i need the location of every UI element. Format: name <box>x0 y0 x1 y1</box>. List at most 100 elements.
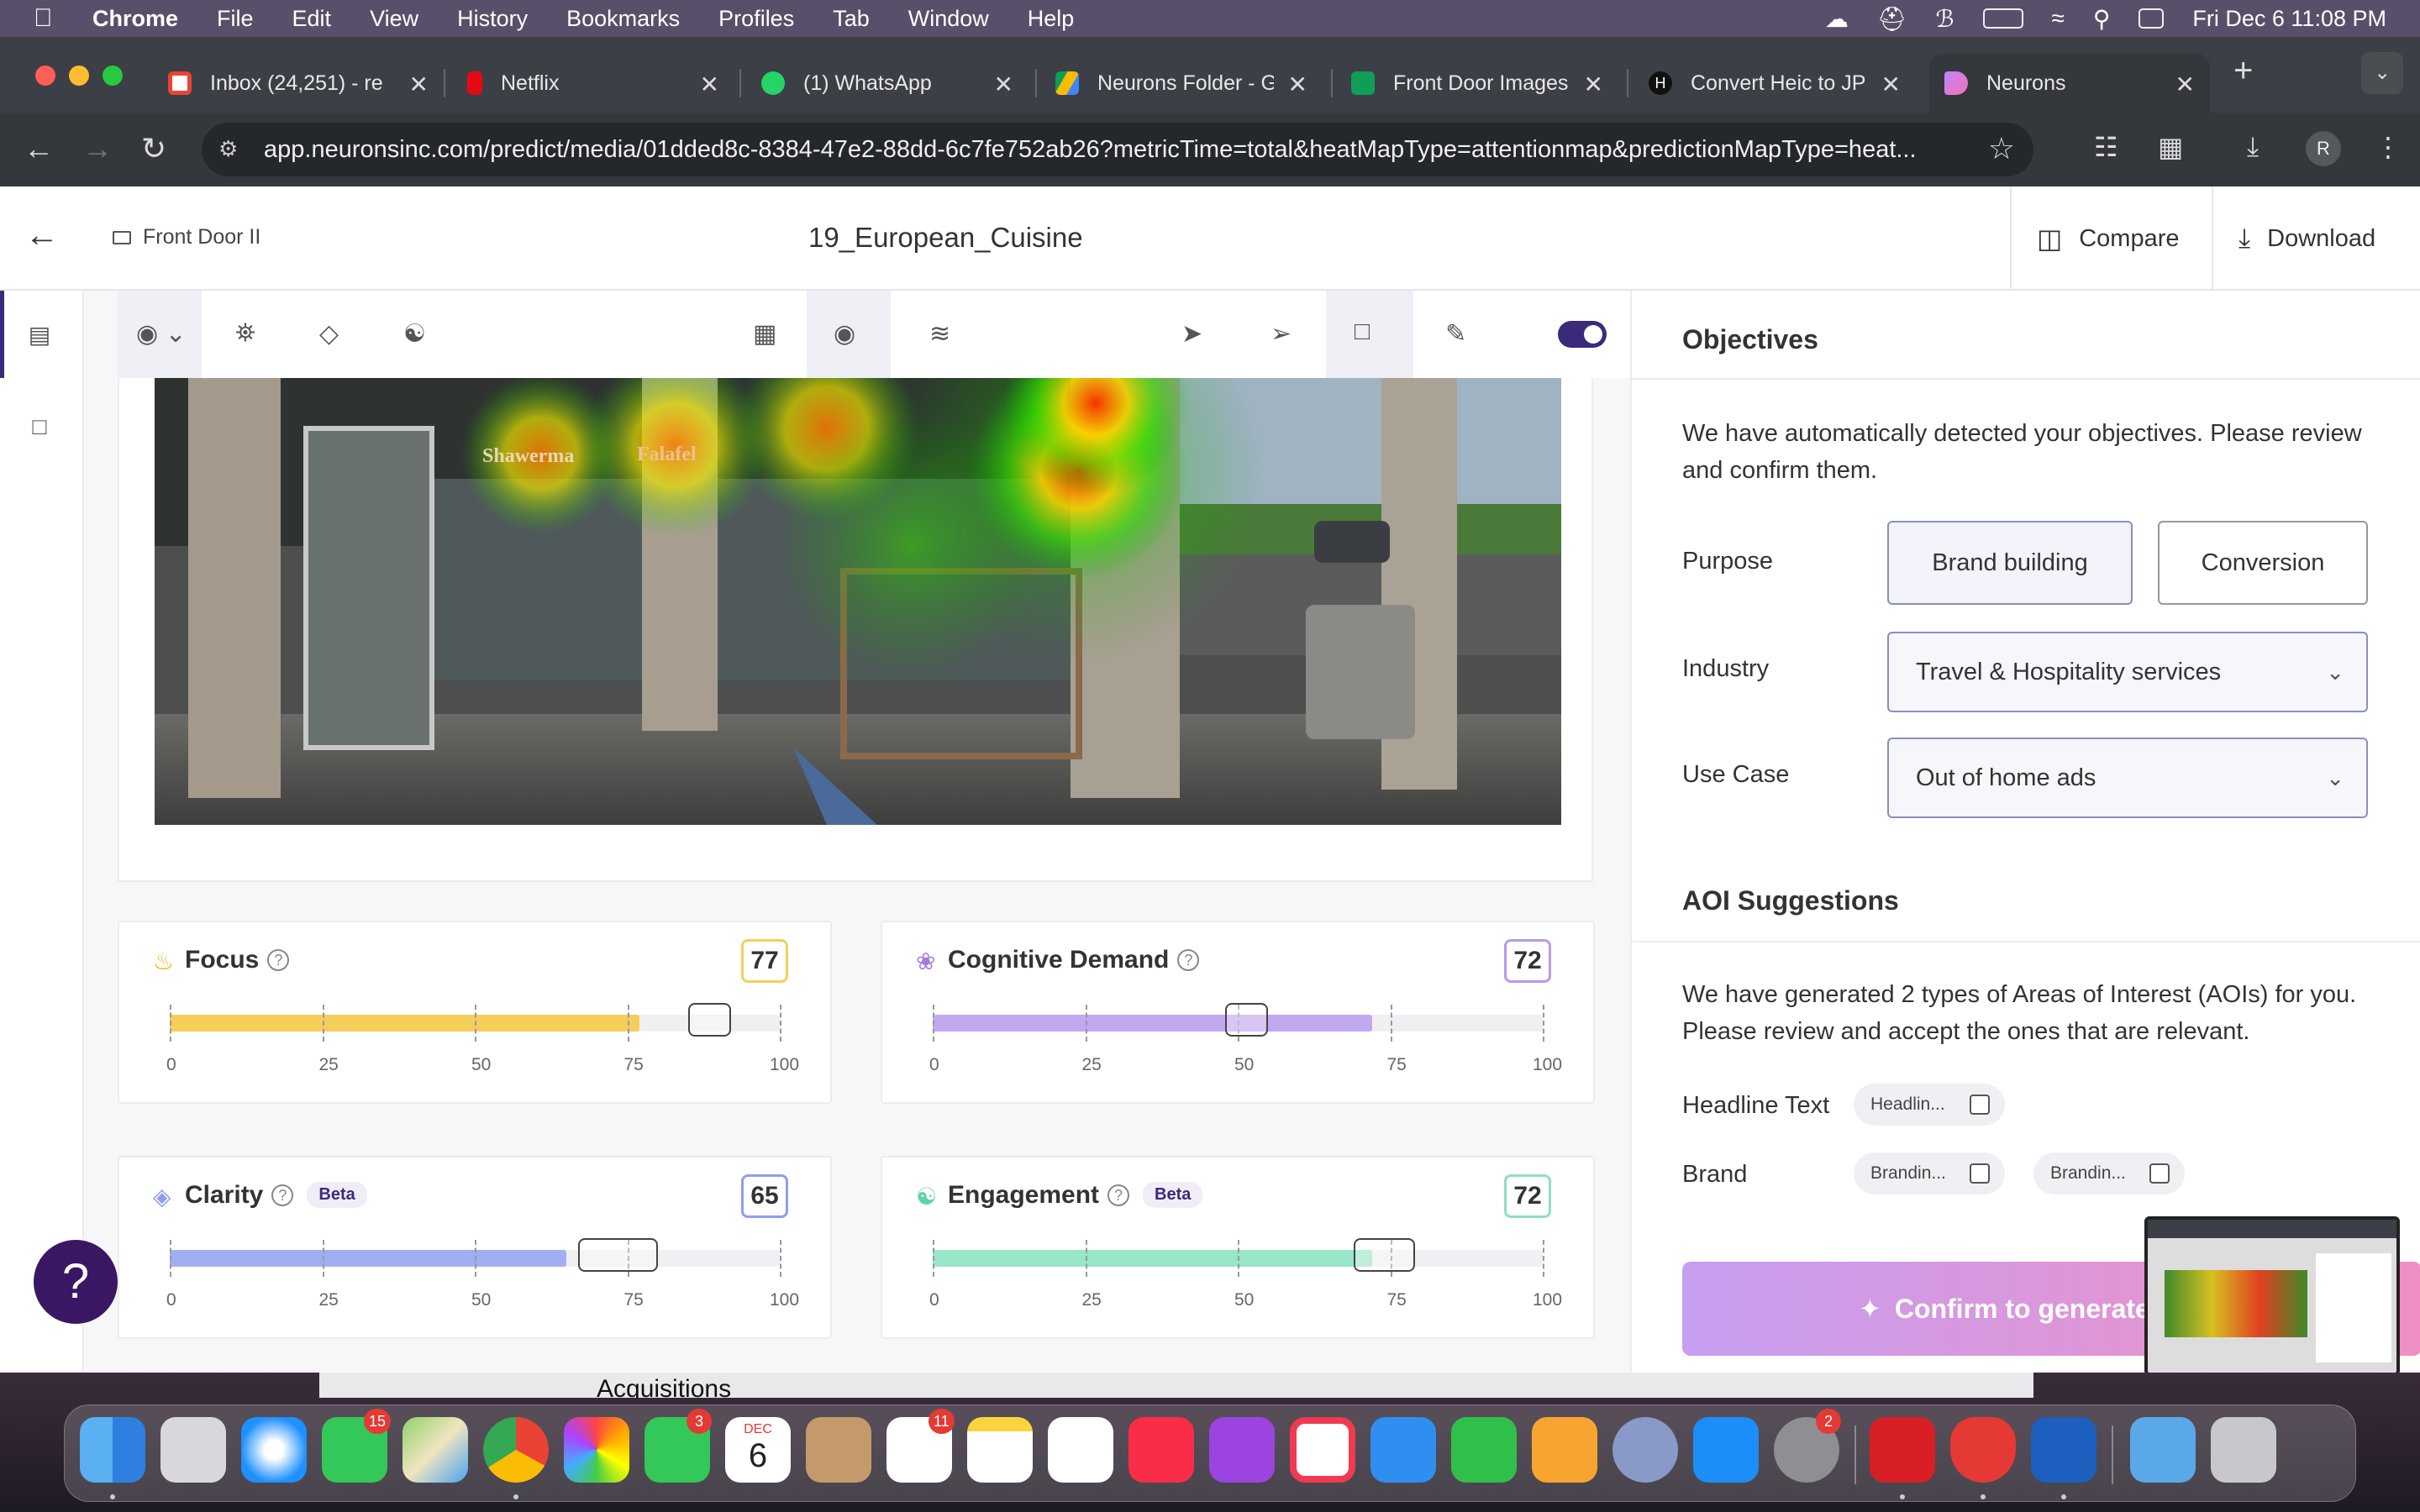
news-icon[interactable] <box>1290 1417 1355 1483</box>
menu-history[interactable]: History <box>457 6 528 32</box>
word-icon[interactable] <box>2031 1417 2096 1483</box>
contacts-icon[interactable] <box>806 1417 871 1483</box>
back-arrow-icon[interactable]: ← <box>25 217 59 255</box>
extensions-puzzle-icon[interactable]: ▦ <box>2158 131 2183 163</box>
window-close-button[interactable] <box>35 66 55 86</box>
spotlight-search-icon[interactable]: ⚲ <box>2093 5 2111 33</box>
podcasts-icon[interactable] <box>1209 1417 1275 1483</box>
numbers-icon[interactable] <box>1451 1417 1517 1483</box>
chrome-menu-icon[interactable]: ⋮ <box>2375 131 2402 163</box>
control-center-icon[interactable] <box>2139 8 2165 29</box>
help-chat-button[interactable]: ? <box>34 1240 118 1324</box>
tab-search-chevron-icon[interactable]: ⌄ <box>2361 52 2403 94</box>
purpose-brand-building-button[interactable]: Brand building <box>1887 521 2133 605</box>
fog-map-icon[interactable]: ≋ <box>929 319 950 349</box>
close-icon[interactable]: ✕ <box>700 71 719 98</box>
breadcrumb-folder[interactable]: Front Door II <box>113 225 260 249</box>
clarity-diamond-icon[interactable]: ◇ <box>319 319 339 349</box>
engagement-people-icon[interactable]: ☯ <box>403 319 426 349</box>
menu-edit[interactable]: Edit <box>292 6 332 32</box>
downloads-folder-icon[interactable] <box>2130 1417 2196 1483</box>
translate-icon[interactable]: ☷ <box>2094 131 2118 163</box>
brand-aoi-chip[interactable]: Brandin... <box>2033 1152 2185 1194</box>
window-minimize-button[interactable] <box>69 66 89 86</box>
image-view-icon[interactable]: ▦ <box>753 319 776 349</box>
heatmap-eye-dropdown-icon[interactable]: ◉ ⌄ <box>118 291 202 378</box>
pointer-outline-icon[interactable]: ➢ <box>1270 319 1292 349</box>
forward-arrow-icon[interactable]: → <box>82 131 113 166</box>
app-store-icon[interactable] <box>1693 1417 1759 1483</box>
menu-profiles[interactable]: Profiles <box>718 6 794 32</box>
help-icon[interactable]: ? <box>271 1184 294 1206</box>
tab-gmail[interactable]: Inbox (24,251) - re ✕ <box>168 54 429 113</box>
safari-icon[interactable] <box>241 1417 307 1483</box>
tab-convert-heic[interactable]: H Convert Heic to JP ✕ <box>1649 54 1901 113</box>
maps-icon[interactable] <box>402 1417 468 1483</box>
overlay-toggle[interactable] <box>1558 321 1607 348</box>
rectangle-select-icon[interactable]: □ <box>1326 291 1413 378</box>
creative-cloud-icon[interactable]: ☁ <box>1825 5 1849 33</box>
apple-menu-icon[interactable]:  <box>34 4 67 33</box>
brand-aoi-chip[interactable]: Brandin... <box>1854 1152 2005 1194</box>
finder-icon[interactable] <box>80 1417 145 1483</box>
trash-icon[interactable] <box>2211 1417 2276 1483</box>
bookmark-star-icon[interactable]: ☆ <box>1988 131 2015 166</box>
aoi-checkbox[interactable] <box>1970 1163 1990 1184</box>
tab-front-door-images[interactable]: Front Door Images ✕ <box>1351 54 1603 113</box>
site-settings-icon[interactable]: ⚙ <box>218 136 245 163</box>
new-tab-plus-icon[interactable]: + <box>2233 52 2253 90</box>
bluetooth-icon[interactable]: ℬ <box>1936 5 1954 33</box>
menu-clock[interactable]: Fri Dec 6 11:08 PM <box>2192 6 2386 32</box>
aoi-checkbox[interactable] <box>1970 1095 1990 1115</box>
acrobat-icon[interactable] <box>1870 1417 1935 1483</box>
menu-bookmarks[interactable]: Bookmarks <box>566 6 680 32</box>
reload-icon[interactable]: ↻ <box>141 131 166 166</box>
close-icon[interactable]: ✕ <box>1584 71 1603 98</box>
keynote-icon[interactable] <box>1370 1417 1436 1483</box>
security-shield-icon[interactable] <box>1950 1417 2016 1483</box>
freeform-icon[interactable] <box>1048 1417 1113 1483</box>
download-button[interactable]: ⤓ Download <box>2212 186 2420 291</box>
back-arrow-icon[interactable]: ← <box>24 131 54 166</box>
help-icon[interactable]: ? <box>267 949 290 971</box>
vpn-icon[interactable]: ⛑ <box>1877 5 1907 33</box>
aoi-checkbox[interactable] <box>2149 1163 2170 1184</box>
cognitive-map-icon[interactable]: ⛯ <box>235 319 255 348</box>
menu-window[interactable]: Window <box>908 6 989 32</box>
window-zoom-button[interactable] <box>103 66 123 86</box>
pointer-filled-icon[interactable]: ➤ <box>1181 319 1202 349</box>
crop-aoi-icon[interactable]: □ <box>25 413 54 442</box>
menu-help[interactable]: Help <box>1028 6 1075 32</box>
headline-aoi-chip[interactable]: Headlin... <box>1854 1084 2005 1126</box>
menu-tab[interactable]: Tab <box>833 6 870 32</box>
purpose-conversion-button[interactable]: Conversion <box>2158 521 2368 605</box>
menu-file[interactable]: File <box>217 6 254 32</box>
tab-neurons[interactable]: Neurons ✕ <box>1929 54 2210 113</box>
compare-button[interactable]: ◫ Compare <box>2010 186 2212 291</box>
close-icon[interactable]: ✕ <box>2175 71 2195 98</box>
pages-icon[interactable] <box>1532 1417 1597 1483</box>
r-app-icon[interactable] <box>1612 1417 1678 1483</box>
photos-icon[interactable] <box>564 1417 629 1483</box>
notes-icon[interactable] <box>967 1417 1033 1483</box>
launchpad-icon[interactable] <box>160 1417 226 1483</box>
url-text[interactable]: app.neuronsinc.com/predict/media/01dded8… <box>264 136 1944 164</box>
close-icon[interactable]: ✕ <box>1881 71 1901 98</box>
analytics-chart-icon[interactable]: ▤ <box>25 321 54 349</box>
calendar-icon[interactable]: DEC 6 <box>725 1417 791 1483</box>
heatmap-image[interactable]: Shawerma Falafel <box>155 378 1561 825</box>
menu-app-name[interactable]: Chrome <box>92 6 178 32</box>
tab-drive[interactable]: Neurons Folder - G ✕ <box>1055 54 1307 113</box>
close-icon[interactable]: ✕ <box>1288 71 1307 98</box>
wifi-icon[interactable]: ≈ <box>2052 5 2065 32</box>
battery-icon[interactable] <box>1982 8 2023 29</box>
help-icon[interactable]: ? <box>1107 1184 1130 1206</box>
chrome-icon[interactable] <box>483 1417 549 1483</box>
profile-avatar[interactable]: R <box>2306 131 2341 166</box>
tab-netflix[interactable]: Netflix ✕ <box>467 54 719 113</box>
heatmap-view-icon[interactable]: ◉ <box>807 291 891 378</box>
help-icon[interactable]: ? <box>1177 949 1200 971</box>
music-icon[interactable] <box>1128 1417 1194 1483</box>
downloads-icon[interactable]: ⤓ <box>2247 131 2259 163</box>
close-icon[interactable]: ✕ <box>409 71 429 98</box>
